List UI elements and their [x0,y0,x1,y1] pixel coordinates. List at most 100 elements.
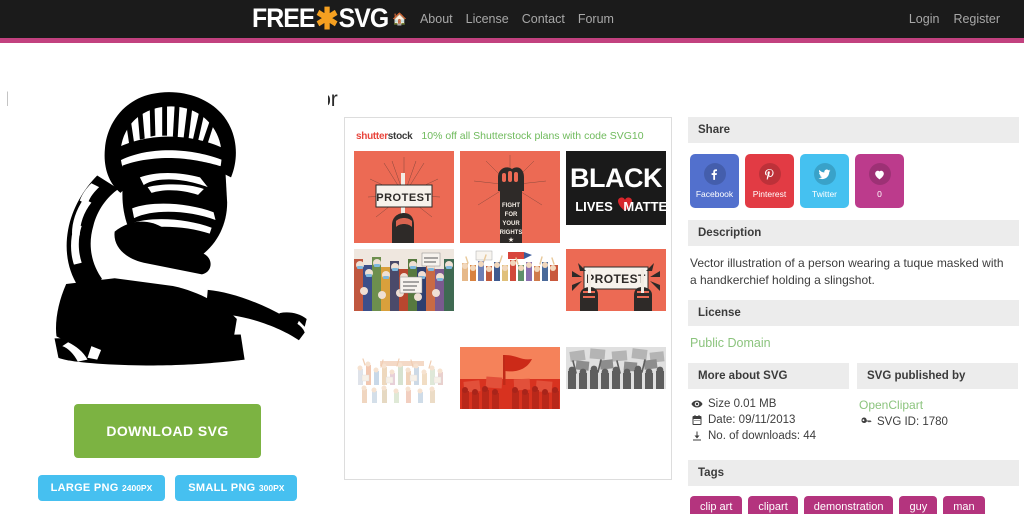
eye-icon [690,398,703,410]
ad-thumb-protest-sign-hand[interactable]: PROTEST [354,151,454,245]
twitter-icon [813,163,836,185]
share-facebook-button[interactable]: Facebook [690,154,739,208]
share-facebook-label: Facebook [695,189,734,199]
ad-thumb-protest-sign-two-hands[interactable]: PROTEST [566,249,666,343]
ad-thumb-raised-fist[interactable]: FIGHT FOR YOUR RIGHTS ★ [460,151,560,245]
artwork-column: DOWNLOAD SVG LARGE PNG 2400PX SMALL PNG … [0,75,335,501]
metadata-row: More about SVG Size 0.01 MB Date: 09/11/… [688,362,1019,452]
key-icon [859,416,872,428]
svg-text:PROTEST: PROTEST [586,272,646,286]
share-panel-title: Share [688,117,1019,143]
nav-item-license[interactable]: License [466,12,509,26]
meta-size: Size 0.01 MB [690,398,847,410]
ad-thumb-black-lives-matter[interactable]: BLACK LIVES MATTER [566,151,666,245]
svg-text:★: ★ [508,236,514,243]
tag-item[interactable]: clipart [748,495,798,514]
meta-date-text: Date: 09/11/2013 [708,413,796,426]
share-twitter-label: Twitter [811,189,838,199]
png-download-row: LARGE PNG 2400PX SMALL PNG 300PX [0,475,335,501]
site-header: FREE ✱ SVG 🏠 About License Contact Forum L… [0,0,1024,38]
login-link[interactable]: Login [909,12,940,26]
logo-text-svg: SVG [338,3,390,33]
auth-navigation: Login Register [909,0,1000,38]
register-link[interactable]: Register [953,12,1000,26]
svg-text:LIVES: LIVES [575,199,613,214]
share-pinterest-label: Pinterest [752,189,787,199]
ad-thumb-pastel-crowd-illustration[interactable] [354,347,454,441]
nav-item-forum[interactable]: Forum [578,12,614,26]
description-text: Vector illustration of a person wearing … [690,256,1004,288]
tag-item[interactable]: man [943,495,985,514]
svg-text:MATTER: MATTER [623,199,666,214]
more-about-svg-list: Size 0.01 MB Date: 09/11/2013 No. of dow… [688,389,849,452]
tags-panel: Tags clip artclipartdemonstrationguymanp… [688,459,1019,514]
shutterstock-brand-rest: stock [387,131,413,142]
svg-text:FIGHT: FIGHT [502,203,520,209]
small-png-button[interactable]: SMALL PNG 300PX [175,475,298,501]
meta-downloads: No. of downloads: 44 [690,430,847,442]
home-icon[interactable]: 🏠 [392,12,407,26]
download-buttons: DOWNLOAD SVG LARGE PNG 2400PX SMALL PNG … [0,404,335,501]
like-count: 0 [877,189,882,199]
meta-downloads-text: No. of downloads: 44 [708,429,817,442]
svg-text:RIGHTS: RIGHTS [500,230,523,236]
svg-preview-image [7,82,328,393]
svg-id-text: SVG ID: 1780 [877,415,948,428]
license-value[interactable]: Public Domain [688,326,1019,361]
ad-thumb-red-flag-crowd[interactable] [460,347,560,441]
like-button[interactable]: 0 [855,154,904,208]
shutterstock-logo[interactable]: shutterstock [356,131,413,142]
more-about-svg-panel: More about SVG Size 0.01 MB Date: 09/11/… [688,362,849,452]
description-panel-title: Description [688,220,1019,246]
main-navigation: 🏠 About License Contact Forum [392,0,614,38]
small-png-size: 300PX [258,483,285,493]
heart-icon [868,163,891,185]
published-by-title: SVG published by [857,362,1018,389]
ad-thumb-masked-crowd-photo[interactable] [354,249,454,343]
download-svg-button[interactable]: DOWNLOAD SVG [74,404,261,458]
meta-date: Date: 09/11/2013 [690,414,847,426]
ad-header: shutterstock 10% off all Shutterstock pl… [345,118,671,142]
nav-item-about[interactable]: About [420,12,453,26]
page-body: Masked person with slingshot vector [0,43,1024,514]
svg-id-row: SVG ID: 1780 [859,416,1016,428]
small-png-label: SMALL PNG [188,482,256,494]
published-by-panel: SVG published by OpenClipart SVG ID: 178… [857,362,1018,452]
more-about-svg-title: More about SVG [688,362,849,389]
share-button-row: Facebook Pinterest Twitter 0 [688,143,1019,208]
shutterstock-brand-strong: shutter [356,131,388,142]
large-png-label: LARGE PNG [50,482,119,494]
sponsored-ad-panel: shutterstock 10% off all Shutterstock pl… [344,117,672,480]
logo-asterisk-icon: ✱ [315,2,338,36]
site-logo[interactable]: FREE ✱ SVG [252,2,390,36]
svg-text:BLACK: BLACK [570,163,663,193]
publisher-row: OpenClipart [859,398,1016,412]
ad-thumb-protest-crowd-banner[interactable] [460,249,560,343]
ad-thumb-grey-protest-silhouette[interactable] [566,347,666,441]
share-pinterest-button[interactable]: Pinterest [745,154,794,208]
tags-panel-title: Tags [688,459,1019,486]
license-panel-title: License [688,299,1019,326]
ad-thumbnail-grid: PROTEST FIGHT FOR YOUR RIGHTS ★ BLACK LI… [345,151,671,441]
large-png-button[interactable]: LARGE PNG 2400PX [37,475,166,501]
pinterest-icon [758,163,781,185]
info-sidebar: Share Facebook Pinterest Twitter 0 Descr… [688,117,1019,514]
facebook-icon [703,163,726,185]
ad-promo-text: 10% off all Shutterstock plans with code… [421,130,644,142]
svg-text:PROTEST: PROTEST [376,192,431,204]
download-icon [690,430,703,442]
tags-list: clip artclipartdemonstrationguymanpeople… [688,486,1008,514]
large-png-size: 2400PX [122,483,153,493]
nav-item-contact[interactable]: Contact [522,12,565,26]
share-twitter-button[interactable]: Twitter [800,154,849,208]
meta-size-text: Size 0.01 MB [708,397,777,410]
svg-text:YOUR: YOUR [502,221,520,227]
tag-item[interactable]: guy [899,495,938,514]
publisher-link[interactable]: OpenClipart [859,398,923,412]
published-by-list: OpenClipart SVG ID: 1780 [857,389,1018,438]
tag-item[interactable]: demonstration [803,495,894,514]
svg-text:FOR: FOR [505,212,518,218]
tag-item[interactable]: clip art [690,495,743,514]
logo-text-free: FREE [252,3,315,33]
calendar-icon [690,414,703,426]
